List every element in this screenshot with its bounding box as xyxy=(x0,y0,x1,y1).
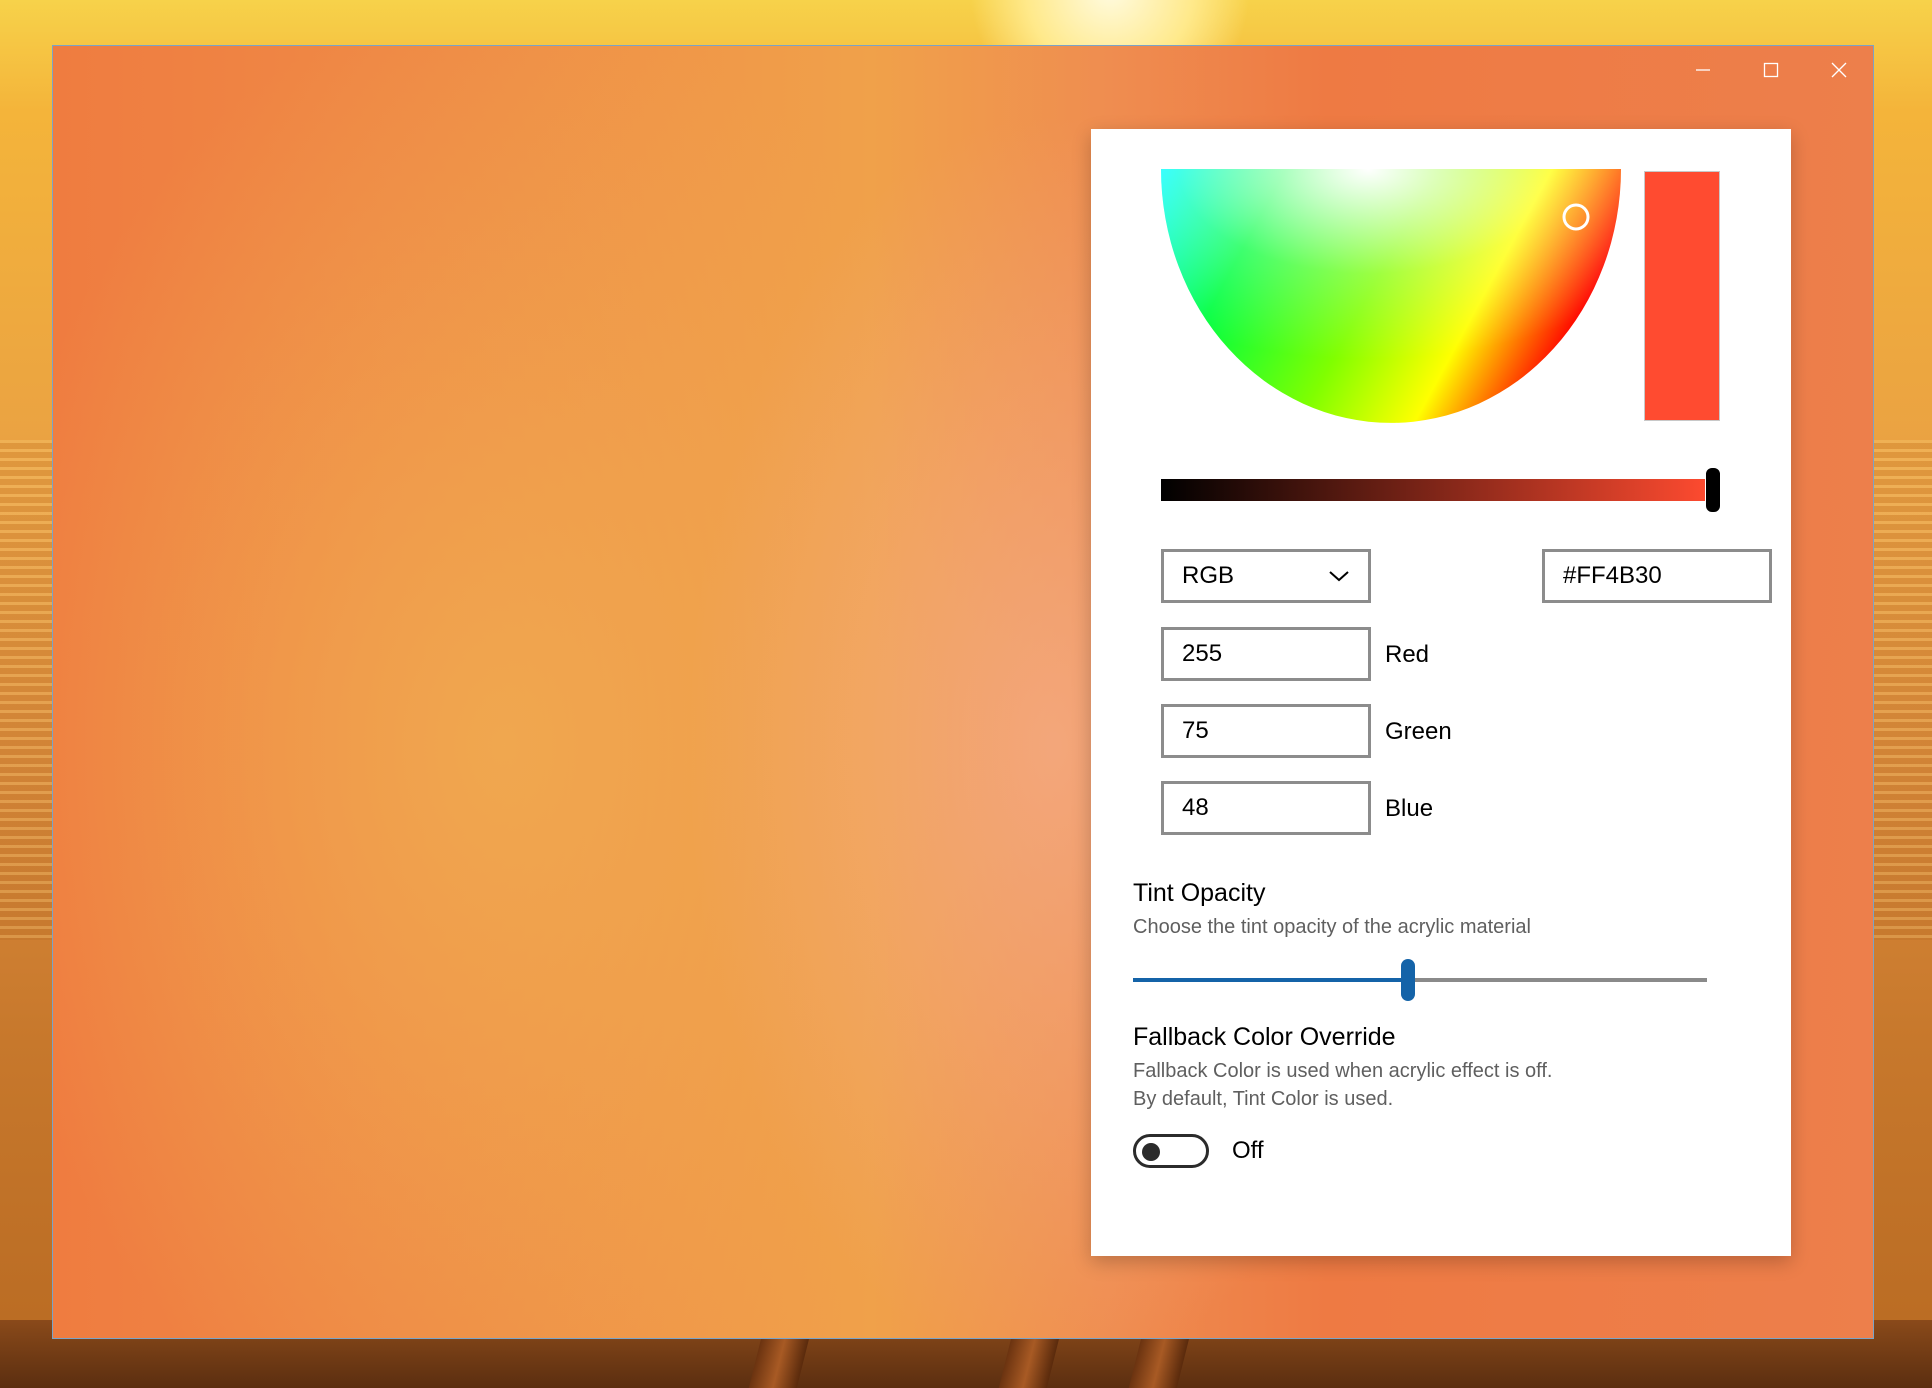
green-label: Green xyxy=(1385,718,1452,745)
fallback-title: Fallback Color Override xyxy=(1133,1023,1396,1051)
red-input[interactable]: 255 xyxy=(1161,627,1371,681)
tint-opacity-description: Choose the tint opacity of the acrylic m… xyxy=(1133,916,1531,938)
color-preview xyxy=(1644,171,1720,421)
fallback-toggle[interactable] xyxy=(1133,1134,1209,1168)
app-window: RGB #FF4B30 255 Red 75 Green 48 Blue Tin… xyxy=(52,45,1874,1339)
fallback-description-1: Fallback Color is used when acrylic effe… xyxy=(1133,1060,1553,1082)
chevron-down-icon xyxy=(1329,571,1349,582)
value-slider-track[interactable] xyxy=(1161,479,1711,501)
tint-opacity-thumb[interactable] xyxy=(1401,959,1415,1001)
fallback-description-2: By default, Tint Color is used. xyxy=(1133,1088,1394,1110)
settings-panel: RGB #FF4B30 255 Red 75 Green 48 Blue Tin… xyxy=(1091,129,1791,1256)
blue-input[interactable]: 48 xyxy=(1161,781,1371,835)
maximize-icon xyxy=(1763,62,1779,78)
fallback-toggle-state: Off xyxy=(1232,1137,1264,1164)
maximize-button[interactable] xyxy=(1737,46,1805,94)
blue-label: Blue xyxy=(1385,795,1434,822)
color-mode-select[interactable]: RGB xyxy=(1161,549,1371,603)
tint-opacity-title: Tint Opacity xyxy=(1133,879,1266,907)
hex-input[interactable]: #FF4B30 xyxy=(1542,549,1772,603)
toggle-knob xyxy=(1142,1143,1160,1161)
tint-opacity-track[interactable] xyxy=(1411,978,1707,982)
close-icon xyxy=(1831,62,1847,78)
value-slider-thumb[interactable] xyxy=(1705,467,1721,513)
color-mode-value: RGB xyxy=(1182,562,1235,589)
minimize-icon xyxy=(1696,69,1710,71)
color-spectrum[interactable] xyxy=(1161,169,1621,423)
tint-opacity-track-filled[interactable] xyxy=(1133,978,1411,982)
green-input[interactable]: 75 xyxy=(1161,704,1371,758)
minimize-button[interactable] xyxy=(1669,46,1737,94)
close-button[interactable] xyxy=(1805,46,1873,94)
red-label: Red xyxy=(1385,641,1430,668)
caption-buttons xyxy=(1669,46,1873,94)
